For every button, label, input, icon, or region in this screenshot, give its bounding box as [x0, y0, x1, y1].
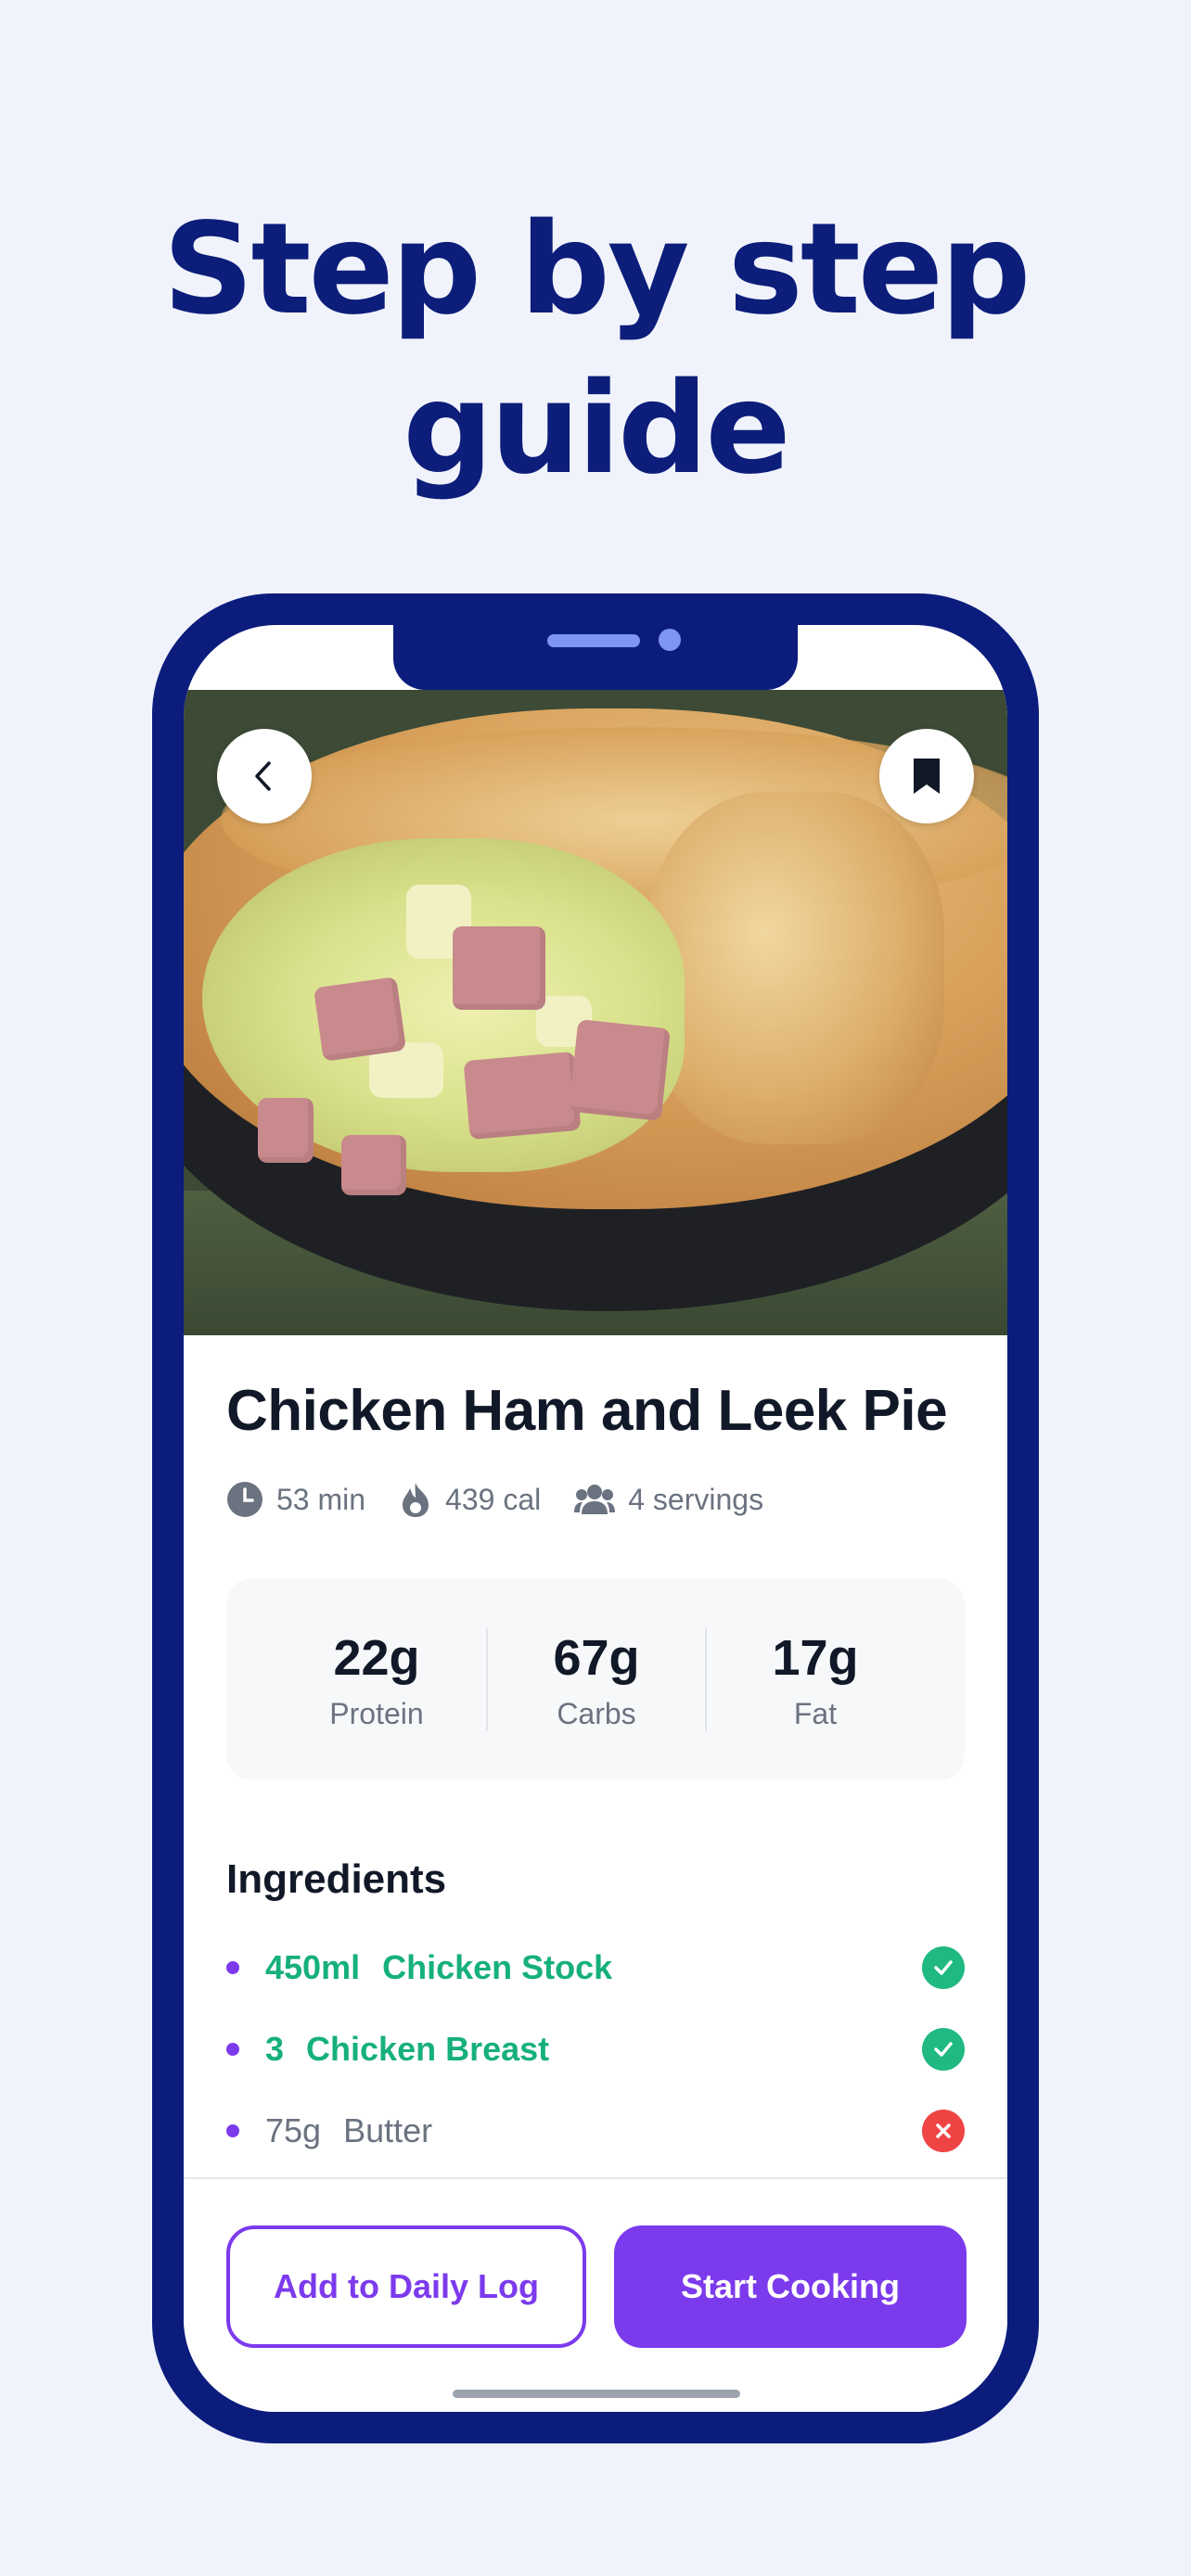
macro-fat: 17g Fat — [705, 1627, 924, 1731]
home-indicator[interactable] — [453, 2390, 740, 2398]
bullet-dot — [226, 1961, 239, 1974]
time-value: 53 min — [276, 1482, 366, 1516]
macro-label: Carbs — [557, 1696, 636, 1730]
ingredient-name: Chicken Stock — [382, 1948, 613, 1986]
people-icon — [574, 1485, 616, 1514]
list-item[interactable]: 75g Butter — [226, 2090, 965, 2172]
phone-screen: Chicken Ham and Leek Pie 53 min 439 cal — [184, 625, 1007, 2412]
ingredient-text: 75g Butter — [265, 2111, 922, 2150]
x-icon[interactable] — [922, 2110, 965, 2152]
recipe-meta: 53 min 439 cal 4 servings — [226, 1476, 797, 1523]
phone-frame: Chicken Ham and Leek Pie 53 min 439 cal — [152, 593, 1039, 2443]
servings-value: 4 servings — [628, 1482, 764, 1516]
list-item[interactable]: 450ml Chicken Stock — [226, 1927, 965, 2009]
ingredients-heading: Ingredients — [226, 1856, 447, 1902]
add-to-daily-log-button[interactable]: Add to Daily Log — [226, 2225, 586, 2348]
start-cooking-button[interactable]: Start Cooking — [614, 2225, 967, 2348]
macros-card: 22g Protein 67g Carbs 17g Fat — [226, 1578, 965, 1780]
ingredient-text: 450ml Chicken Stock — [265, 1948, 922, 1987]
macro-label: Fat — [793, 1696, 838, 1730]
macro-value: 22g — [333, 1629, 420, 1686]
macro-carbs: 67g Carbs — [486, 1627, 705, 1731]
ingredient-quantity: 3 — [265, 2030, 285, 2068]
check-icon[interactable] — [922, 1946, 965, 1989]
list-item[interactable]: 3 Chicken Breast — [226, 2009, 965, 2090]
ingredient-quantity: 75g — [265, 2111, 322, 2149]
bookmark-button[interactable] — [879, 729, 974, 823]
ingredient-text: 3 Chicken Breast — [265, 2030, 922, 2069]
flame-icon — [403, 1483, 429, 1517]
calorie-value: 439 cal — [445, 1482, 542, 1516]
ingredient-quantity: 450ml — [265, 1948, 361, 1986]
ingredient-name: Butter — [343, 2111, 433, 2149]
recipe-title: Chicken Ham and Leek Pie — [226, 1379, 948, 1443]
bullet-dot — [226, 2124, 239, 2137]
back-button[interactable] — [217, 729, 312, 823]
ingredients-list: 450ml Chicken Stock 3 Chicken Breast 75g… — [226, 1927, 965, 2172]
chevron-left-icon — [255, 761, 271, 791]
headline-line-2: guide — [403, 356, 790, 503]
page-headline: Step by step guide — [0, 190, 1191, 509]
calorie-info: 439 cal — [399, 1481, 541, 1518]
bookmark-icon — [914, 759, 940, 794]
ingredient-name: Chicken Breast — [306, 2030, 550, 2068]
check-icon[interactable] — [922, 2028, 965, 2071]
clock-icon — [227, 1482, 263, 1517]
macro-value: 67g — [553, 1629, 640, 1686]
macro-label: Protein — [329, 1696, 424, 1730]
macro-protein: 22g Protein — [267, 1628, 486, 1731]
bottom-action-bar: Add to Daily Log Start Cooking — [184, 2177, 1007, 2412]
headline-line-1: Step by step — [162, 197, 1031, 343]
bullet-dot — [226, 2043, 239, 2056]
time-info: 53 min — [226, 1481, 365, 1518]
servings-info: 4 servings — [574, 1483, 763, 1517]
macro-value: 17g — [772, 1629, 859, 1686]
phone-notch — [393, 625, 798, 690]
